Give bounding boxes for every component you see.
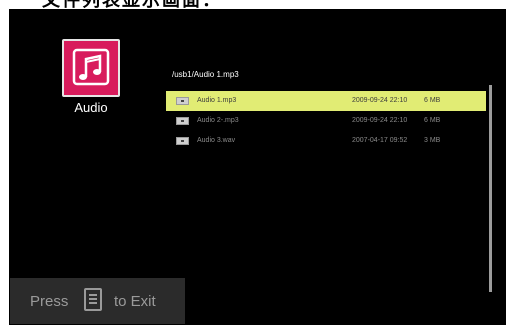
audio-label: Audio (74, 100, 108, 115)
to-exit-label: to Exit (114, 293, 156, 310)
file-row[interactable]: Audio 1.mp3 2009-09-24 22:10 6 MB (166, 91, 486, 111)
file-row[interactable]: Audio 3.wav 2007-04-17 09:52 3 MB (166, 131, 486, 151)
file-list: Audio 1.mp3 2009-09-24 22:10 6 MB Audio … (166, 91, 486, 151)
file-date: 2007-04-17 09:52 (352, 137, 408, 144)
file-name: Audio 2-.mp3 (197, 117, 239, 124)
caption-strip: 文件列表显示画面： (0, 0, 515, 9)
audio-file-icon (176, 97, 189, 105)
audio-file-icon (176, 137, 189, 145)
music-note-icon (72, 48, 110, 86)
press-label: Press (30, 293, 69, 310)
file-date: 2009-09-24 22:10 (352, 97, 408, 104)
file-name: Audio 3.wav (197, 137, 236, 144)
audio-app-icon[interactable] (62, 39, 120, 97)
file-row[interactable]: Audio 2-.mp3 2009-09-24 22:10 6 MB (166, 111, 486, 131)
file-size: 3 MB (424, 137, 441, 144)
file-size: 6 MB (424, 117, 441, 124)
file-name: Audio 1.mp3 (197, 97, 237, 104)
scrollbar-thumb[interactable] (489, 85, 492, 292)
media-browser-screen: Audio /usb1/Audio 1.mp3 Audio 1.mp3 2009… (9, 9, 506, 325)
file-date: 2009-09-24 22:10 (352, 117, 408, 124)
file-size: 6 MB (424, 97, 441, 104)
exit-hint-bar: Press to Exit (10, 278, 185, 324)
menu-icon (84, 288, 102, 311)
current-path: /usb1/Audio 1.mp3 (172, 70, 239, 79)
caption-text: 文件列表显示画面： (42, 0, 222, 9)
audio-file-icon (176, 117, 189, 125)
scrollbar[interactable] (489, 85, 492, 292)
